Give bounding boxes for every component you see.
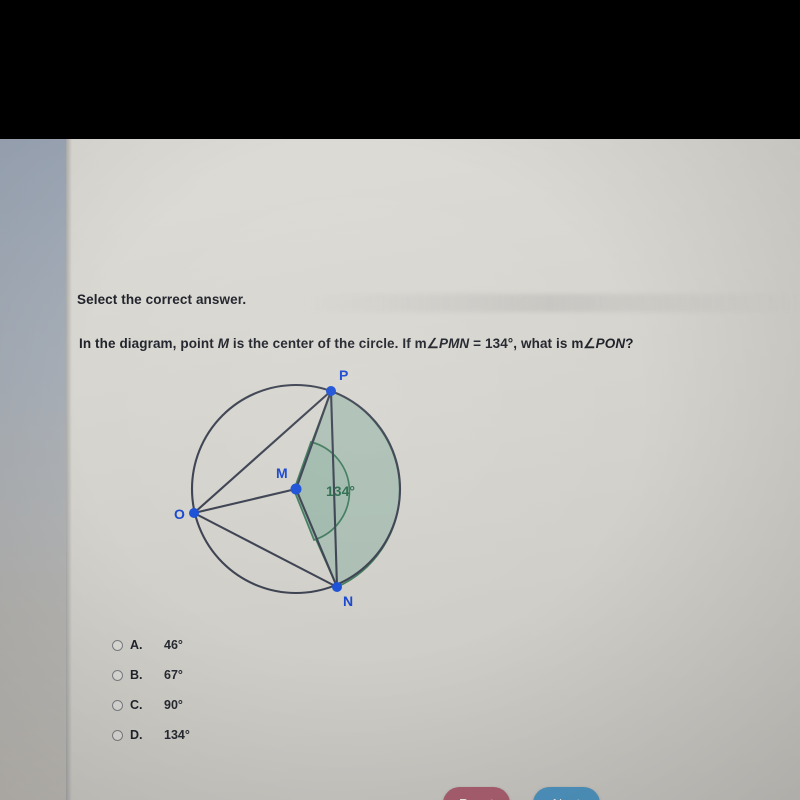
question-part-4: ? bbox=[625, 336, 634, 351]
option-letter-a: A. bbox=[130, 638, 143, 652]
action-button-group: Reset Next bbox=[443, 787, 600, 800]
label-n: N bbox=[343, 593, 353, 609]
point-n-marker bbox=[332, 582, 342, 592]
radio-button-d[interactable] bbox=[112, 729, 123, 741]
radio-button-b[interactable] bbox=[112, 669, 123, 681]
question-var-pon: PON bbox=[595, 336, 626, 351]
option-value-d: 134° bbox=[164, 728, 190, 742]
point-m-marker bbox=[290, 483, 302, 495]
option-letter-d: D. bbox=[130, 728, 143, 742]
radio-button-a[interactable] bbox=[112, 639, 123, 651]
option-letter-c: C. bbox=[130, 698, 143, 712]
question-part-2: is the center of the circle. If m∠ bbox=[229, 336, 439, 351]
option-row-a[interactable]: A. 46° bbox=[112, 630, 190, 660]
option-row-d[interactable]: D. 134° bbox=[112, 720, 190, 750]
reset-button[interactable]: Reset bbox=[443, 787, 510, 800]
angle-measure-label: 134° bbox=[326, 483, 355, 499]
radio-button-c[interactable] bbox=[112, 699, 123, 711]
option-row-c[interactable]: C. 90° bbox=[112, 690, 190, 720]
option-value-a: 46° bbox=[164, 638, 183, 652]
instruction-text: Select the correct answer. bbox=[77, 292, 247, 307]
next-button[interactable]: Next bbox=[533, 787, 600, 800]
option-row-b[interactable]: B. 67° bbox=[112, 660, 190, 690]
screen-smudge bbox=[300, 294, 800, 312]
question-part-1: In the diagram, point bbox=[79, 336, 218, 351]
question-var-pmn: PMN bbox=[438, 336, 470, 351]
label-p: P bbox=[339, 367, 348, 383]
letterbox-top-bar bbox=[0, 0, 800, 139]
point-o-marker bbox=[189, 508, 199, 518]
segment-om bbox=[193, 487, 297, 515]
label-o: O bbox=[174, 506, 185, 522]
geometry-diagram: P N O M 134° bbox=[174, 367, 402, 609]
point-p-marker bbox=[326, 386, 336, 396]
option-value-c: 90° bbox=[164, 698, 183, 712]
question-var-m: M bbox=[217, 336, 230, 351]
sidebar-edge-shadow bbox=[66, 139, 72, 800]
question-text: In the diagram, point M is the center of… bbox=[79, 336, 634, 352]
answer-options-list: A. 46° B. 67° C. 90° D. 134° bbox=[112, 630, 190, 750]
question-part-3: = 134°, what is m∠ bbox=[469, 336, 596, 351]
screenshot-root: Select the correct answer. In the diagra… bbox=[0, 0, 800, 800]
option-value-b: 67° bbox=[164, 668, 183, 682]
monitor-surface: Select the correct answer. In the diagra… bbox=[0, 139, 800, 800]
label-m: M bbox=[276, 465, 288, 481]
option-letter-b: B. bbox=[130, 668, 143, 682]
left-sidebar-rail bbox=[0, 139, 66, 800]
